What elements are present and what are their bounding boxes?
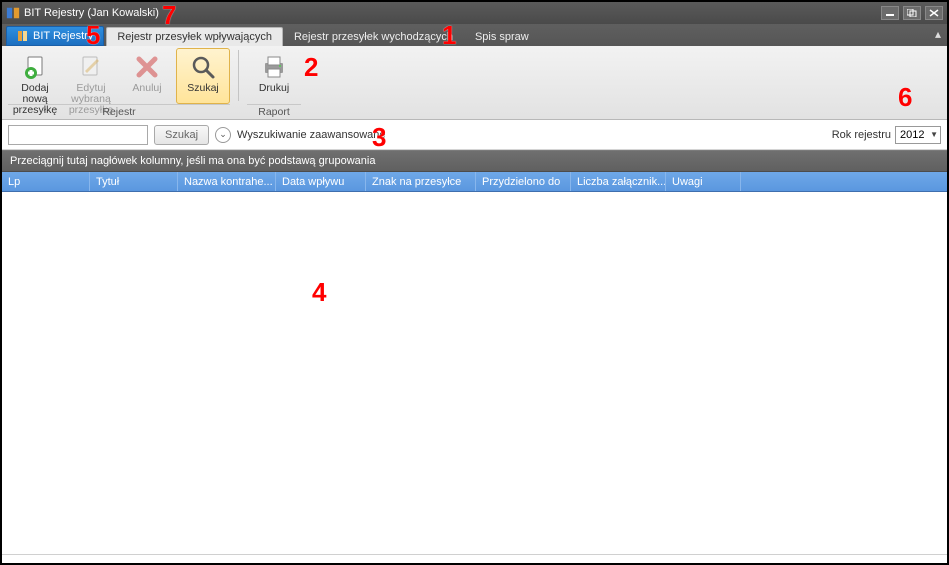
app-window: BIT Rejestry (Jan Kowalski) BIT Rejestry… [0,0,949,565]
magnifier-icon [189,53,217,81]
plus-document-icon [21,53,49,81]
column-header-date[interactable]: Data wpływu [276,172,366,191]
column-header-mark[interactable]: Znak na przesyłce [366,172,476,191]
add-shipment-button[interactable]: Dodaj nową przesyłkę [8,48,62,104]
bottom-pad [2,555,947,563]
grid-header: Lp Tytuł Nazwa kontrahe... Data wpływu Z… [2,172,947,192]
grid-body[interactable] [2,192,947,555]
cancel-button: Anuluj [120,48,174,104]
year-value: 2012 [900,129,924,141]
cancel-label: Anuluj [132,83,161,94]
window-title: BIT Rejestry (Jan Kowalski) [24,7,159,19]
ribbon-group-report-label: Raport [247,104,301,120]
app-icon [6,6,20,20]
print-label: Drukuj [259,83,289,94]
column-header-title[interactable]: Tytuł [90,172,178,191]
ribbon-tab-primary-label: BIT Rejestry [33,30,93,42]
x-red-icon [133,53,161,81]
book-icon [17,30,29,42]
ribbon-group-register-items: Dodaj nową przesyłkę Edytuj wybraną prze… [8,48,230,104]
year-selector: Rok rejestru 2012 ▼ [832,126,941,144]
minimize-button[interactable] [881,6,899,20]
search-button[interactable]: Szukaj [176,48,230,104]
column-header-notes[interactable]: Uwagi [666,172,741,191]
ribbon-tab-label: Spis spraw [475,31,529,43]
ribbon-tab-label: Rejestr przesyłek wpływających [117,31,272,43]
ribbon-separator [238,50,239,101]
year-label: Rok rejestru [832,129,891,141]
maximize-button[interactable] [903,6,921,20]
dropdown-arrow-icon: ▼ [930,130,938,139]
column-header-attachments[interactable]: Liczba załącznik... [571,172,666,191]
column-header-contractor[interactable]: Nazwa kontrahe... [178,172,276,191]
chevron-down-icon[interactable]: ⌄ [215,127,231,143]
ribbon-collapse-button[interactable]: ▴ [935,27,941,41]
print-button[interactable]: Drukuj [247,48,301,104]
pencil-icon [77,53,105,81]
edit-shipment-button: Edytuj wybraną przesyłkę [64,48,118,104]
ribbon-tab-strip: BIT Rejestry Rejestr przesyłek wpływając… [2,24,947,46]
close-button[interactable] [925,6,943,20]
ribbon-tab-outgoing[interactable]: Rejestr przesyłek wychodzących [283,27,464,46]
ribbon-tab-incoming[interactable]: Rejestr przesyłek wpływających [106,27,283,46]
search-bar: Szukaj ⌄ Wyszukiwanie zaawansowane Rok r… [2,120,947,150]
column-header-assigned[interactable]: Przydzielono do [476,172,571,191]
group-drop-bar[interactable]: Przeciągnij tutaj nagłówek kolumny, jeśl… [2,150,947,172]
column-header-lp[interactable]: Lp [2,172,90,191]
ribbon-group-report-items: Drukuj [247,48,301,104]
search-label: Szukaj [187,83,219,94]
column-header-empty[interactable] [741,172,947,191]
ribbon-group-report: Drukuj Raport [241,46,307,119]
search-input[interactable] [8,125,148,145]
ribbon-group-register: Dodaj nową przesyłkę Edytuj wybraną prze… [2,46,236,119]
ribbon-tab-label: Rejestr przesyłek wychodzących [294,31,453,43]
ribbon: Dodaj nową przesyłkę Edytuj wybraną prze… [2,46,947,120]
year-dropdown[interactable]: 2012 ▼ [895,126,941,144]
printer-icon [260,53,288,81]
search-run-button[interactable]: Szukaj [154,125,209,145]
ribbon-tab-primary[interactable]: BIT Rejestry [6,26,104,46]
ribbon-group-register-label: Rejestr [8,104,230,120]
window-controls [881,6,943,20]
advanced-search-label[interactable]: Wyszukiwanie zaawansowane [237,129,385,141]
group-drop-text: Przeciągnij tutaj nagłówek kolumny, jeśl… [10,155,375,167]
title-bar: BIT Rejestry (Jan Kowalski) [2,2,947,24]
ribbon-tab-cases[interactable]: Spis spraw [464,27,540,46]
